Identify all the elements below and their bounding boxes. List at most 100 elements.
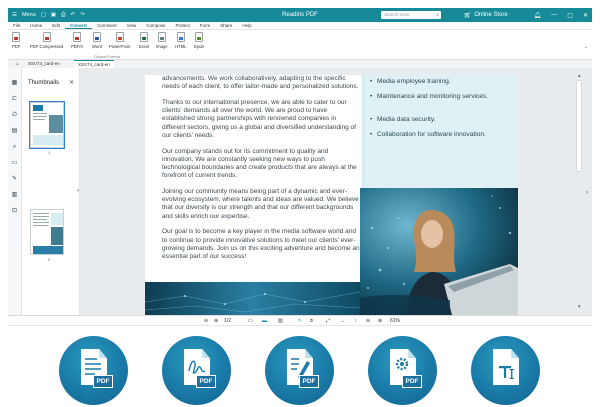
minimize-button[interactable]: —	[551, 12, 557, 18]
redo-icon[interactable]: ↷	[80, 12, 85, 18]
hamburger-icon[interactable]: ☰	[12, 12, 17, 18]
lock-icon[interactable]: ⊡	[11, 208, 18, 215]
app-window: ☰ Menu ▢ ▣ ⎙ ↶ ↷ Readiris PDF Search too…	[0, 0, 600, 407]
zoom-in-icon[interactable]: ⊕	[378, 318, 382, 324]
convert-epub-label: Epub	[194, 44, 204, 49]
menu-tabs: File Home Edit Convert Comment View Comp…	[8, 22, 592, 30]
word-file-icon	[92, 32, 101, 42]
vertical-scrollbar[interactable]	[576, 80, 582, 172]
tab-help[interactable]: Help	[237, 22, 256, 29]
thumb-photo	[49, 115, 63, 133]
tab-share[interactable]: Share	[215, 22, 237, 29]
convert-html-label: HTML	[175, 44, 187, 49]
cart-icon: 🛒︎	[463, 12, 472, 19]
layout-icon[interactable]: ▥	[11, 192, 18, 199]
fit-width-icon[interactable]: ↔	[340, 318, 345, 324]
doc-tab-2[interactable]: XSV74_card-en	[74, 60, 114, 68]
tab-file[interactable]: File	[8, 22, 25, 29]
ribbon-toolbar: PDF PDF Compressed PDF/A Word PowerPoint…	[8, 30, 592, 60]
tab-form[interactable]: Form	[195, 22, 216, 29]
powerpoint-file-icon	[115, 32, 124, 42]
title-bar: ☰ Menu ▢ ▣ ⎙ ↶ ↷ Readiris PDF Search too…	[8, 8, 592, 22]
thumb-logo	[33, 105, 43, 111]
convert-image-button[interactable]: Image	[156, 32, 168, 49]
open-icon[interactable]: ▢	[41, 12, 46, 18]
pdf-document-feature-icon: PDF	[59, 336, 128, 405]
bullet-item: Maintenance and monitoring services.	[370, 93, 517, 101]
pdf-badge: PDF	[93, 375, 113, 388]
search-panel-icon[interactable]: ⌕	[11, 144, 18, 151]
convert-excel-button[interactable]: Excel	[139, 32, 149, 49]
close-button[interactable]: ✕	[583, 12, 588, 19]
woman-at-laptop-photo	[360, 188, 518, 315]
scroll-down-icon[interactable]: ▼	[577, 304, 581, 309]
page-indicator[interactable]: 1/2	[224, 318, 231, 324]
two-page-icon[interactable]: ▥	[278, 318, 283, 324]
convert-html-button[interactable]: HTML	[175, 32, 186, 49]
tab-comment[interactable]: Comment	[92, 22, 122, 29]
maximize-button[interactable]: ▢	[567, 12, 573, 19]
convert-pdf-compressed-label: PDF Compressed	[30, 44, 64, 49]
menu-button[interactable]: Menu	[22, 12, 36, 18]
pdf-signature-feature-icon: PDF	[162, 336, 231, 405]
paragraph: Our goal is to become a key player in th…	[162, 228, 360, 261]
document-page[interactable]: advancements. We work collaboratively, a…	[145, 75, 518, 315]
select-tool-icon[interactable]: ↖	[298, 318, 302, 324]
layers-icon[interactable]: ▤	[11, 128, 18, 135]
paragraph: Joining our community means being part o…	[162, 188, 359, 220]
thumbnails-panel: Thumbnails ✕ 1 2	[22, 68, 80, 315]
tab-edit[interactable]: Edit	[47, 22, 65, 29]
convert-word-button[interactable]: Word	[92, 32, 102, 49]
print-icon[interactable]: ⎙	[61, 12, 65, 19]
hand-tool-icon[interactable]: ✋︎	[310, 318, 313, 324]
tab-view[interactable]: View	[122, 22, 142, 29]
signature-icon[interactable]: ✎	[11, 176, 18, 183]
attachment-icon[interactable]: ∅	[11, 112, 18, 119]
tab-home[interactable]: Home	[25, 22, 47, 29]
convert-epub-button[interactable]: Epub	[194, 32, 204, 49]
comment-icon[interactable]: ▭	[11, 160, 18, 167]
search-input[interactable]: Search tools ⌕	[381, 11, 441, 19]
bullet-item: Media employee training.	[370, 78, 517, 86]
continuous-page-icon[interactable]: ▬	[262, 318, 267, 324]
fit-height-icon[interactable]: ↕	[354, 318, 357, 324]
prev-page-icon[interactable]: ⊖	[204, 318, 208, 324]
convert-pdf-label: PDF	[12, 44, 21, 49]
notification-icon[interactable]: 🔔︎	[534, 12, 542, 19]
status-bar: ⊖ ⊕ 1/2 ▭ ▬ ▥ ↖ ✋︎ ⤢ ↔ ↕ ⊖ ⊕ 61%	[8, 315, 592, 326]
convert-excel-label: Excel	[139, 44, 150, 49]
expand-right-panel-icon[interactable]: ›	[586, 190, 588, 196]
collapse-panel-icon[interactable]: ‹	[77, 188, 79, 194]
bookmark-icon[interactable]: ⊏	[11, 96, 18, 103]
thumbnail-page-1[interactable]	[29, 101, 65, 149]
convert-pdf-compressed-button[interactable]: PDF Compressed	[30, 32, 63, 49]
fit-page-icon[interactable]: ⤢	[326, 318, 330, 324]
close-icon[interactable]: ✕	[69, 79, 74, 86]
tab-compose[interactable]: Compose	[141, 22, 170, 29]
pdfa-file-icon	[73, 32, 82, 42]
single-page-icon[interactable]: ▭	[248, 318, 253, 324]
zoom-out-icon[interactable]: ⊖	[366, 318, 370, 324]
save-icon[interactable]: ▣	[51, 12, 56, 18]
convert-powerpoint-button[interactable]: PowerPoint	[109, 32, 130, 49]
next-page-icon[interactable]: ⊕	[214, 318, 218, 324]
scroll-up-icon[interactable]: ▲	[577, 73, 581, 78]
tab-convert[interactable]: Convert	[65, 22, 93, 29]
convert-pdfa-button[interactable]: PDF/A	[71, 32, 83, 49]
text-edit-feature-icon	[471, 336, 540, 405]
output-format-group-label: Output Format	[94, 54, 120, 59]
thumbnails-icon[interactable]: ▦	[11, 80, 18, 87]
home-tab-icon[interactable]: ⌂	[12, 60, 23, 68]
collapse-ribbon-icon[interactable]: ⌄	[584, 44, 588, 50]
convert-pdfa-label: PDF/A	[71, 44, 84, 49]
search-placeholder: Search tools	[384, 12, 410, 17]
page-body-text: advancements. We work collaboratively, a…	[162, 75, 360, 269]
zoom-level[interactable]: 61%	[390, 318, 400, 324]
thumbnail-page-number: 1	[48, 150, 51, 155]
tab-protect[interactable]: Protect	[171, 22, 195, 29]
undo-icon[interactable]: ↶	[71, 12, 76, 18]
doc-tab-1[interactable]: XSV74_card-en	[24, 60, 64, 68]
convert-pdf-button[interactable]: PDF	[12, 32, 20, 49]
online-store-button[interactable]: 🛒︎ Online Store	[464, 12, 508, 19]
thumbnail-page-2[interactable]	[30, 209, 64, 255]
